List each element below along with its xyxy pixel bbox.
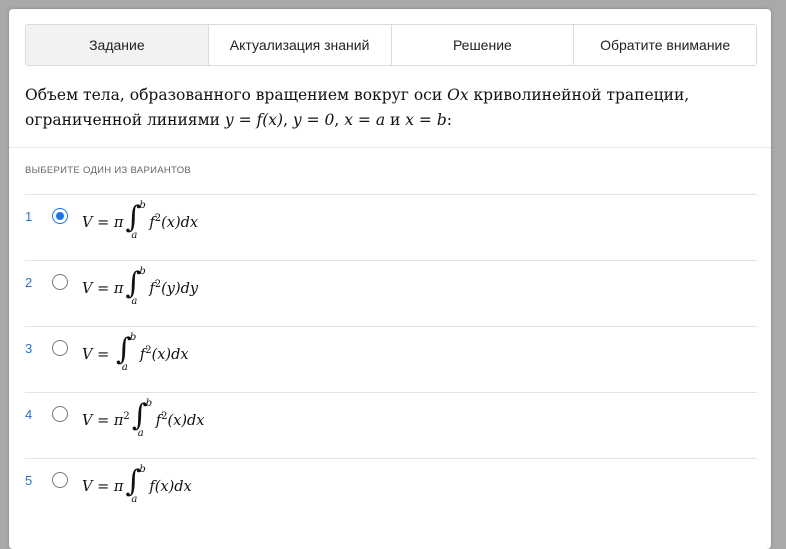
math-eq: x = a (344, 111, 386, 129)
integral-sign: ∫ b a (123, 266, 149, 307)
math-eq: y = f(x) (224, 111, 284, 129)
math-eq: x = b (405, 111, 447, 129)
question-text: Объем тела, образованного вращением вокр… (25, 86, 690, 129)
option-1[interactable]: 1V = π ∫ b a f2(x)dx (25, 194, 757, 260)
lower-limit: a (121, 362, 128, 373)
upper-limit: b (145, 398, 153, 409)
upper-limit: b (139, 464, 146, 475)
formula-prefix: V = π (82, 215, 124, 231)
lower-limit: a (137, 428, 144, 439)
tab-knowledge[interactable]: Актуализация знаний (207, 25, 391, 65)
option-number: 2 (25, 275, 33, 290)
question-part: и (385, 111, 406, 129)
option-formula: V = π ∫ b a f2(y)dy (82, 266, 199, 307)
option-number: 1 (25, 209, 33, 224)
tab-attention[interactable]: Обратите внимание (573, 25, 756, 65)
integrand-rest: (x)dx (161, 215, 199, 231)
question-part: Объем тела, образованного вращением вокр… (25, 86, 448, 104)
integral-sign: ∫ b a (114, 332, 140, 373)
option-number: 4 (25, 407, 33, 422)
option-4[interactable]: 4V = π2 ∫ b a f2(x)dx (25, 392, 757, 458)
lower-limit: a (131, 230, 138, 241)
option-2[interactable]: 2V = π ∫ b a f2(y)dy (25, 260, 757, 326)
option-5[interactable]: 5V = π ∫ b a f(x)dx (25, 458, 757, 524)
radio-button[interactable] (52, 208, 68, 224)
radio-button[interactable] (52, 472, 68, 488)
divider (9, 147, 771, 148)
tab-solution[interactable]: Решение (390, 25, 574, 65)
option-3[interactable]: 3V = ∫ b a f2(x)dx (25, 326, 757, 392)
tab-bar: Задание Актуализация знаний Решение Обра… (25, 24, 757, 66)
lower-limit: a (131, 494, 138, 505)
math-axis: Ox (447, 86, 469, 104)
lower-limit: a (131, 296, 138, 307)
option-number: 3 (25, 341, 33, 356)
integrand-rest: (x)dx (154, 479, 192, 495)
option-formula: V = π2 ∫ b a f2(x)dx (82, 398, 205, 439)
option-formula: V = π ∫ b a f(x)dx (82, 464, 192, 505)
upper-limit: b (139, 200, 146, 211)
tab-task[interactable]: Задание (26, 25, 208, 65)
math-eq: y = 0 (292, 111, 335, 129)
integral-sign: ∫ b a (123, 464, 149, 505)
formula-prefix: V = (82, 347, 114, 363)
task-card: Задание Актуализация знаний Решение Обра… (9, 9, 771, 549)
upper-limit: b (129, 332, 137, 343)
integrand-rest: (x)dx (167, 413, 205, 429)
formula-prefix: V = π (82, 413, 124, 429)
integrand-rest: (x)dx (151, 347, 189, 363)
option-formula: V = ∫ b a f2(x)dx (82, 332, 189, 373)
option-formula: V = π ∫ b a f2(x)dx (82, 200, 199, 241)
integral-sign: ∫ b a (130, 398, 156, 439)
radio-button[interactable] (52, 406, 68, 422)
integral-sign: ∫ b a (123, 200, 149, 241)
integrand-rest: (y)dy (161, 281, 199, 297)
formula-prefix: V = π (82, 281, 124, 297)
choose-hint: ВЫБЕРИТЕ ОДИН ИЗ ВАРИАНТОВ (25, 165, 192, 176)
formula-prefix: V = π (82, 479, 124, 495)
option-number: 5 (25, 473, 33, 488)
radio-button[interactable] (52, 274, 68, 290)
radio-button[interactable] (52, 340, 68, 356)
upper-limit: b (139, 266, 146, 277)
